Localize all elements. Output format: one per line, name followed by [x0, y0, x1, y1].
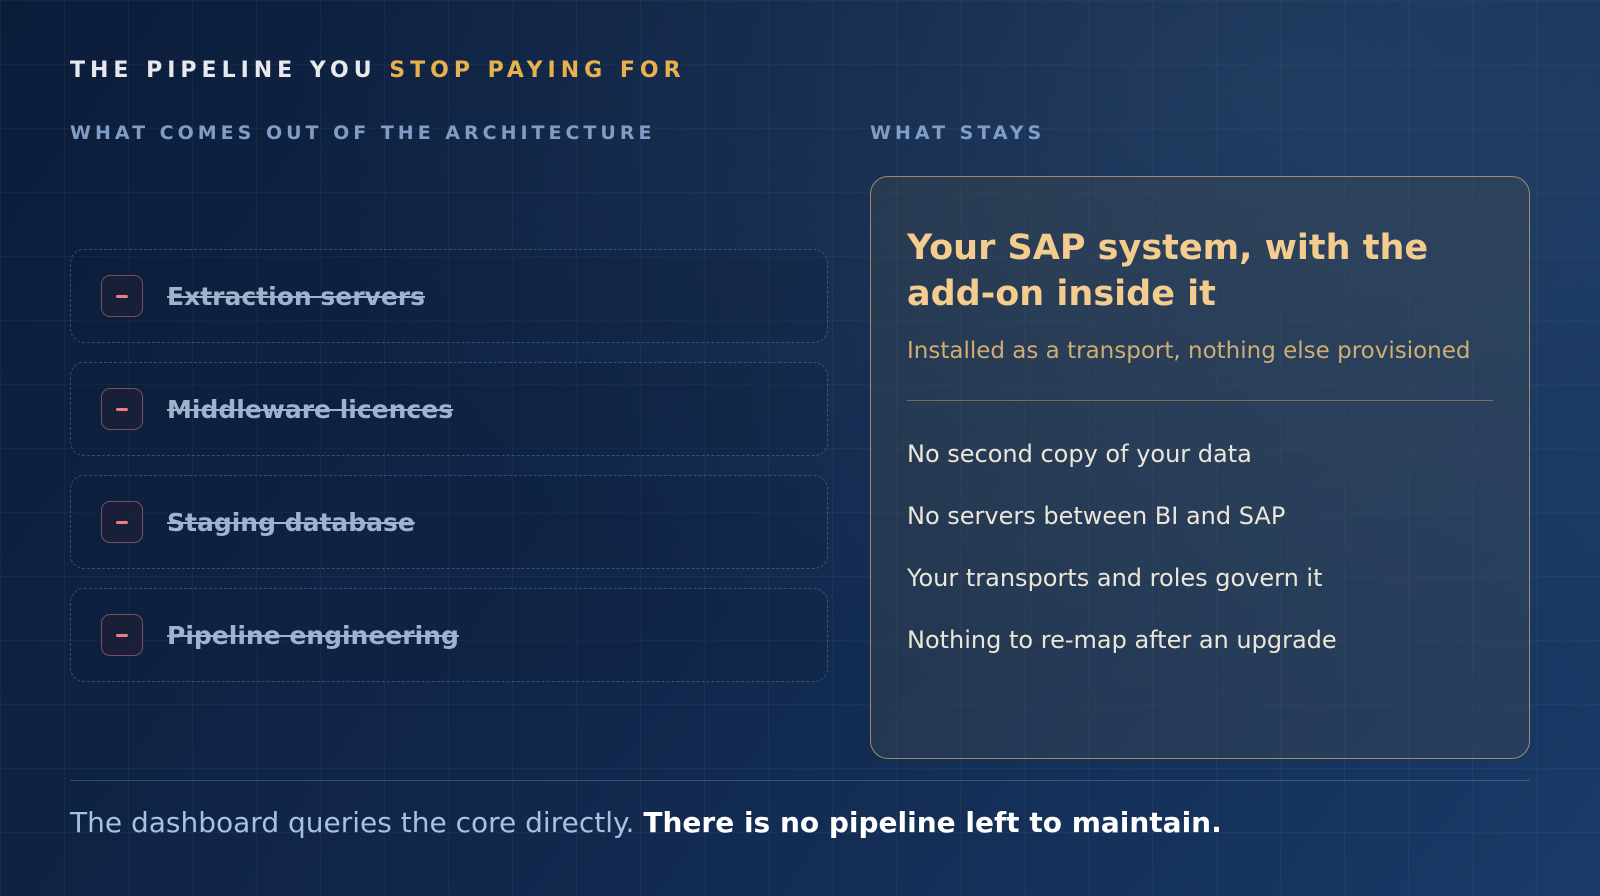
removed-column-heading: WHAT COMES OUT OF THE ARCHITECTURE: [70, 122, 656, 144]
stays-card-title: Your SAP system, with the add-on inside …: [907, 228, 1429, 314]
stays-card-subtitle: Installed as a transport, nothing else p…: [907, 338, 1471, 364]
removed-list: Extraction servers Middleware licences S…: [70, 249, 828, 701]
footer-plain-text: The dashboard queries the core directly.: [70, 806, 635, 839]
footer-divider: [70, 780, 1530, 781]
stays-item: Your transports and roles govern it: [907, 564, 1323, 592]
minus-icon: [101, 501, 143, 543]
minus-icon: [101, 614, 143, 656]
removed-item: Pipeline engineering: [70, 588, 828, 682]
eyebrow-accent: STOP PAYING FOR: [389, 58, 686, 83]
stays-card-divider: [907, 400, 1493, 401]
stays-item: No servers between BI and SAP: [907, 502, 1286, 530]
removed-item: Staging database: [70, 475, 828, 569]
removed-item: Extraction servers: [70, 249, 828, 343]
minus-icon: [101, 388, 143, 430]
removed-item-label: Middleware licences: [167, 394, 454, 424]
removed-item-label: Staging database: [167, 507, 415, 537]
stays-item: Nothing to re-map after an upgrade: [907, 626, 1337, 654]
eyebrow-lead: THE PIPELINE YOU: [70, 58, 377, 83]
eyebrow-title: THE PIPELINE YOU STOP PAYING FOR: [70, 58, 686, 83]
stays-column-heading: WHAT STAYS: [870, 122, 1046, 144]
footer-strong-text: There is no pipeline left to maintain.: [643, 806, 1222, 839]
minus-icon: [101, 275, 143, 317]
removed-item: Middleware licences: [70, 362, 828, 456]
stays-item: No second copy of your data: [907, 440, 1252, 468]
removed-item-label: Pipeline engineering: [167, 620, 459, 650]
footer-statement: The dashboard queries the core directly.…: [70, 806, 1222, 839]
removed-item-label: Extraction servers: [167, 281, 425, 311]
stays-card: Your SAP system, with the add-on inside …: [870, 176, 1530, 759]
